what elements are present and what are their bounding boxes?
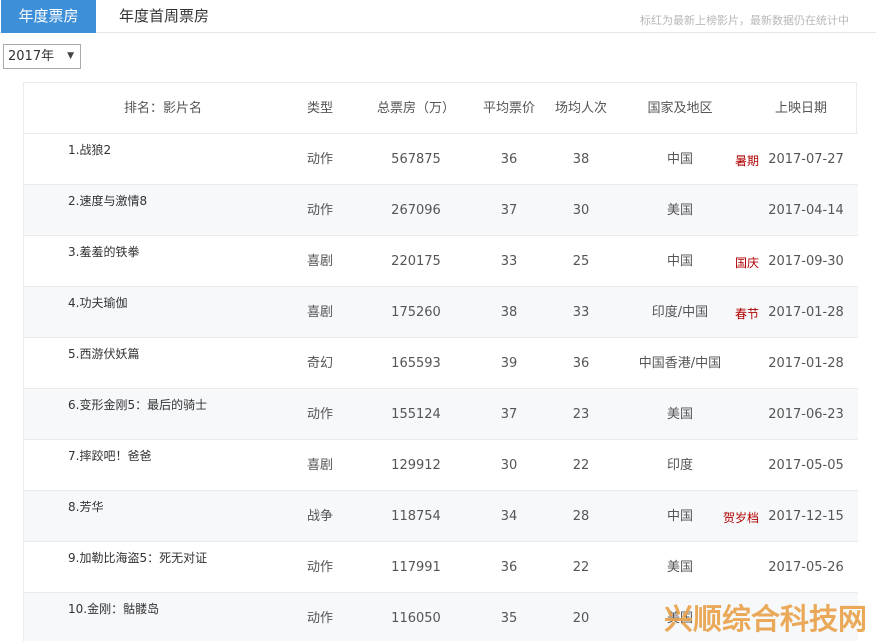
header-release-date: 上映日期 (774, 101, 827, 116)
movie-avg-attendance: 38 (572, 152, 590, 167)
movie-avg-price: 33 (500, 254, 518, 269)
table-row[interactable]: 2.速度与激情8 动作 267096 37 30 美国 2017-04-14 (24, 185, 858, 236)
table-row[interactable]: 1.战狼2 动作 567875 36 38 中国 暑期 2017-07-27 (24, 134, 858, 185)
movie-box-office: 567875 (391, 152, 441, 167)
movie-country: 美国 (666, 560, 693, 575)
movie-release-date: 2017-06-23 (768, 407, 844, 422)
movie-country: 印度 (666, 458, 693, 473)
movie-avg-price: 36 (500, 560, 518, 575)
movie-season-tag: 春节 (734, 307, 759, 321)
movie-type: 动作 (306, 611, 333, 626)
movie-type: 奇幻 (306, 356, 333, 371)
table-row[interactable]: 7.摔跤吧！爸爸喜剧 129912 30 22 印度 2017-05-05 (24, 440, 858, 491)
movie-avg-attendance: 30 (572, 203, 590, 218)
movie-avg-attendance: 22 (572, 458, 590, 473)
movie-release-date: 2017-01-28 (768, 305, 844, 320)
movie-avg-price: 36 (500, 152, 518, 167)
movie-box-office: 165593 (391, 356, 441, 371)
movie-type: 喜剧 (306, 458, 333, 473)
movie-avg-price: 38 (500, 305, 518, 320)
movie-name[interactable]: 6.变形金刚5：最后的骑士 (68, 396, 207, 413)
movie-release-date: 2017-12-15 (768, 509, 844, 524)
movie-name[interactable]: 7.摔跤吧！爸爸 (68, 447, 151, 464)
movie-avg-attendance: 20 (572, 611, 590, 626)
movie-name[interactable]: 3.羞羞的铁拳 (68, 243, 139, 260)
movie-avg-attendance: 36 (572, 356, 590, 371)
movie-type: 动作 (306, 560, 333, 575)
table-row[interactable]: 9.加勒比海盗5：死无对证动作 117991 36 22 美国 2017-05-26 (24, 542, 858, 593)
movie-box-office: 118754 (391, 509, 441, 524)
table-row[interactable]: 5.西游伏妖篇奇幻 165593 39 36 中国香港/中国 2017-01-28 (24, 338, 858, 389)
box-office-table: 排名：影片名 类型 总票房（万） 平均票价 场均人次 国家及地区 上映日期 1.… (23, 82, 858, 641)
movie-name[interactable]: 9.加勒比海盗5：死无对证 (68, 549, 207, 566)
movie-country: 中国香港/中国 (638, 356, 722, 371)
movie-season-tag: 暑期 (734, 154, 759, 168)
movie-avg-price: 39 (500, 356, 518, 371)
year-select-value: 2017年 (8, 49, 55, 64)
movie-type: 动作 (306, 152, 333, 167)
movie-country: 美国 (666, 203, 693, 218)
header-rank-name: 排名：影片名 (123, 101, 202, 116)
movie-avg-attendance: 33 (572, 305, 590, 320)
movie-name[interactable]: 1.战狼2 (68, 141, 111, 158)
movie-name[interactable]: 10.金刚：骷髅岛 (68, 600, 159, 617)
update-notice: 标红为最新上榜影片，最新数据仍在统计中 (640, 14, 849, 27)
header-avg-attendance: 场均人次 (554, 101, 607, 116)
movie-release-date: 2017-01-28 (768, 356, 844, 371)
movie-box-office: 267096 (391, 203, 441, 218)
movie-type: 战争 (306, 509, 333, 524)
movie-avg-attendance: 28 (572, 509, 590, 524)
table-row[interactable]: 8.芳华 战争 118754 34 28 中国 贺岁档 2017-12-15 (24, 491, 858, 542)
table-row[interactable]: 4.功夫瑜伽 喜剧 175260 38 33 印度/中国 春节 2017-01-28 (24, 287, 858, 338)
header-type: 类型 (306, 101, 333, 116)
movie-box-office: 117991 (391, 560, 441, 575)
movie-country: 美国 (666, 407, 693, 422)
movie-box-office: 129912 (391, 458, 441, 473)
table-header: 排名：影片名 类型 总票房（万） 平均票价 场均人次 国家及地区 上映日期 (24, 83, 858, 134)
movie-avg-attendance: 22 (572, 560, 590, 575)
movie-name[interactable]: 5.西游伏妖篇 (68, 345, 139, 362)
movie-name[interactable]: 8.芳华 (68, 498, 103, 515)
movie-type: 喜剧 (306, 305, 333, 320)
movie-type: 喜剧 (306, 254, 333, 269)
header-country: 国家及地区 (647, 101, 713, 116)
movie-avg-price: 37 (500, 407, 518, 422)
movie-season-tag: 贺岁档 (722, 511, 759, 525)
chevron-down-icon: ▼ (67, 51, 74, 61)
movie-box-office: 116050 (391, 611, 441, 626)
movie-name[interactable]: 4.功夫瑜伽 (68, 294, 127, 311)
movie-box-office: 175260 (391, 305, 441, 320)
movie-release-date: 2017-07-27 (768, 152, 844, 167)
watermark: 兴顺综合科技网 (664, 602, 868, 636)
tab-annual-box-office[interactable]: 年度票房 (1, 0, 96, 33)
movie-box-office: 220175 (391, 254, 441, 269)
movie-avg-price: 37 (500, 203, 518, 218)
header-avg-price: 平均票价 (482, 101, 535, 116)
header-box-office: 总票房（万） (376, 101, 455, 116)
movie-avg-attendance: 23 (572, 407, 590, 422)
movie-name[interactable]: 2.速度与激情8 (68, 192, 147, 209)
table-row[interactable]: 6.变形金刚5：最后的骑士动作 155124 37 23 美国 2017-06-23 (24, 389, 858, 440)
movie-release-date: 2017-05-05 (768, 458, 844, 473)
movie-release-date: 2017-05-26 (768, 560, 844, 575)
movie-avg-attendance: 25 (572, 254, 590, 269)
movie-avg-price: 34 (500, 509, 518, 524)
movie-type: 动作 (306, 203, 333, 218)
movie-box-office: 155124 (391, 407, 441, 422)
movie-avg-price: 35 (500, 611, 518, 626)
movie-type: 动作 (306, 407, 333, 422)
movie-release-date: 2017-04-14 (768, 203, 844, 218)
year-select[interactable]: 2017年 ▼ (3, 44, 81, 69)
tab-bar: 年度票房 年度首周票房 标红为最新上榜影片，最新数据仍在统计中 (0, 0, 876, 33)
movie-season-tag: 国庆 (734, 256, 759, 270)
movie-release-date: 2017-09-30 (768, 254, 844, 269)
tab-annual-opening-week[interactable]: 年度首周票房 (104, 0, 224, 33)
table-row[interactable]: 3.羞羞的铁拳 喜剧 220175 33 25 中国 国庆 2017-09-30 (24, 236, 858, 287)
movie-avg-price: 30 (500, 458, 518, 473)
